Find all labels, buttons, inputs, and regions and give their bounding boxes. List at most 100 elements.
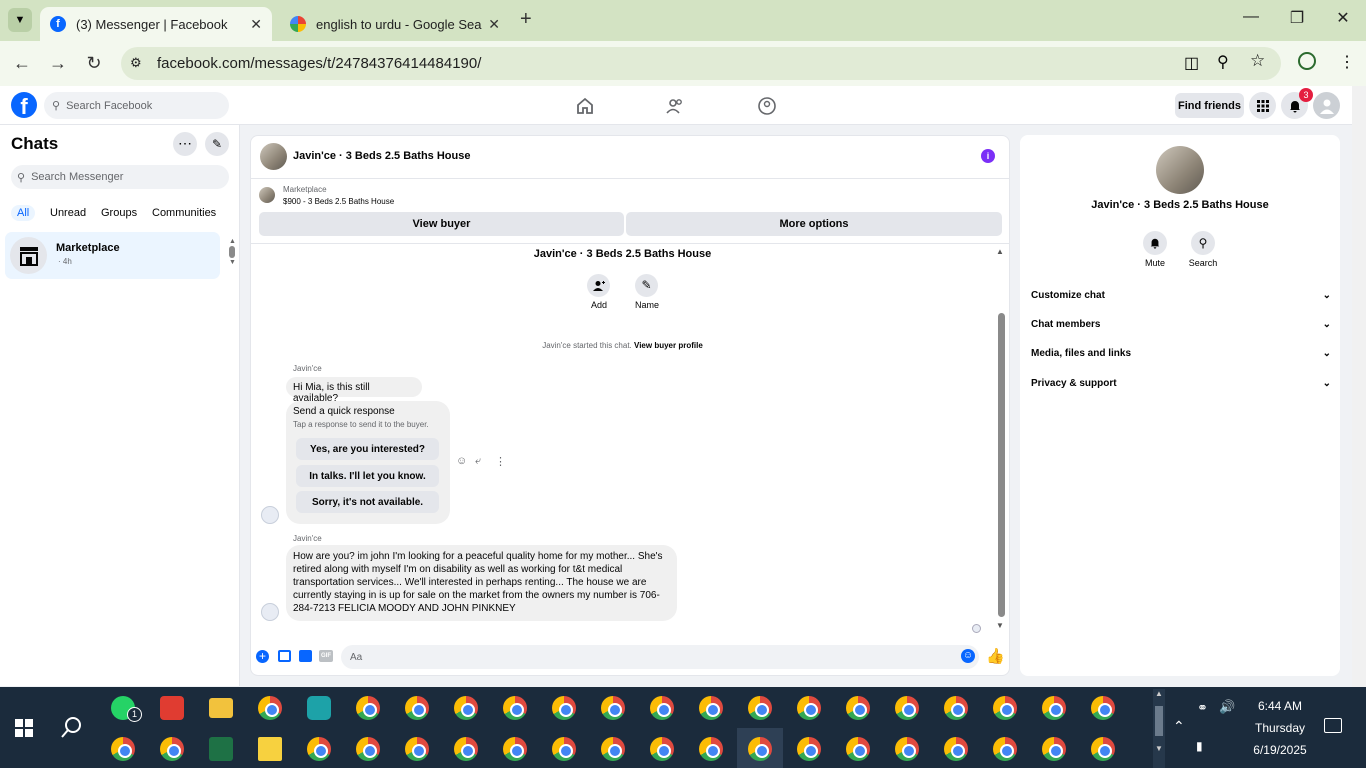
home-icon[interactable] — [575, 96, 595, 116]
scroll-up-arrow[interactable]: ▲ — [996, 247, 1004, 256]
chrome-profile-icon[interactable] — [944, 737, 968, 761]
close-tab-icon[interactable]: ✕ — [488, 16, 500, 33]
chrome-profile-icon[interactable] — [993, 737, 1017, 761]
restore-icon[interactable]: ❐ — [1282, 8, 1312, 28]
quick-reply-yes[interactable]: Yes, are you interested? — [296, 438, 439, 460]
reply-icon[interactable]: ⤶ — [475, 455, 481, 468]
chrome-profile-icon[interactable] — [160, 737, 184, 761]
chrome-profile-icon[interactable] — [258, 696, 282, 720]
chrome-profile-icon[interactable] — [601, 696, 625, 720]
chrome-profile-icon[interactable] — [1091, 737, 1115, 761]
quick-reply-in-talks[interactable]: In talks. I'll let you know. — [296, 465, 439, 487]
section-media-files-links[interactable]: Media, files and links ⌄ — [1031, 348, 1331, 359]
chrome-profile-icon[interactable] — [1042, 737, 1066, 761]
sender-avatar[interactable] — [261, 506, 279, 524]
messenger-search-input[interactable]: ⚲ Search Messenger — [11, 165, 229, 189]
chrome-profile-icon[interactable] — [895, 696, 919, 720]
view-buyer-button[interactable]: View buyer — [259, 212, 624, 236]
chrome-profile-icon[interactable] — [405, 696, 429, 720]
chrome-profile-icon[interactable] — [748, 737, 772, 761]
address-bar[interactable]: ⚙ facebook.com/messages/t/24784376414484… — [121, 47, 1281, 80]
chrome-profile-icon[interactable] — [895, 737, 919, 761]
page-scrollbar[interactable] — [1352, 86, 1366, 687]
app-icon[interactable] — [307, 696, 331, 720]
chrome-profile-icon[interactable] — [111, 737, 135, 761]
account-avatar[interactable] — [1313, 92, 1340, 119]
like-thumb-icon[interactable]: 👍 — [986, 647, 1005, 665]
anydesk-icon[interactable] — [160, 696, 184, 720]
listing-title[interactable]: $900 - 3 Beds 2.5 Baths House — [283, 197, 394, 206]
mute-bell-icon[interactable] — [1143, 231, 1167, 255]
friends-icon[interactable] — [665, 96, 685, 116]
forward-icon[interactable]: → — [46, 53, 70, 74]
facebook-logo[interactable]: f — [11, 92, 37, 118]
plus-actions-icon[interactable]: + — [256, 650, 269, 663]
clock-day[interactable]: Thursday — [1240, 721, 1320, 735]
filter-communities[interactable]: Communities — [152, 207, 216, 219]
zoom-icon[interactable]: ⚲ — [1217, 52, 1229, 72]
section-privacy-support[interactable]: Privacy & support ⌄ — [1031, 378, 1331, 389]
message-input[interactable]: Aa — [341, 645, 979, 669]
chat-list-item[interactable]: Marketplace · 4h — [5, 232, 220, 279]
notification-center-icon[interactable] — [1324, 718, 1342, 733]
volume-icon[interactable]: 🔊 — [1219, 699, 1235, 715]
edit-name-icon[interactable]: ✎ — [635, 274, 658, 297]
chrome-profile-icon[interactable] — [503, 696, 527, 720]
chrome-profile-icon[interactable] — [944, 696, 968, 720]
more-options-icon[interactable]: ⋯ — [173, 132, 197, 156]
show-hidden-icons-icon[interactable]: ⌃ — [1173, 718, 1185, 735]
profile-icon[interactable] — [1298, 52, 1316, 70]
file-explorer-icon[interactable] — [209, 698, 233, 718]
gif-icon[interactable]: GIF — [319, 650, 333, 662]
back-icon[interactable]: ← — [10, 53, 34, 74]
sticker-icon[interactable] — [299, 650, 312, 662]
chrome-profile-icon[interactable] — [503, 737, 527, 761]
chrome-profile-icon[interactable] — [356, 696, 380, 720]
chrome-profile-icon[interactable] — [699, 737, 723, 761]
conversation-scrollbar-thumb[interactable] — [998, 313, 1005, 617]
chrome-profile-icon[interactable] — [405, 737, 429, 761]
minimize-icon[interactable]: — — [1236, 8, 1266, 26]
chrome-profile-icon[interactable] — [601, 737, 625, 761]
groups-icon[interactable] — [757, 96, 777, 116]
chrome-profile-icon[interactable] — [846, 737, 870, 761]
chrome-profile-icon[interactable] — [454, 696, 478, 720]
menu-grid-icon[interactable] — [1249, 92, 1276, 119]
photo-icon[interactable] — [278, 650, 291, 662]
chrome-profile-icon[interactable] — [846, 696, 870, 720]
taskbar-search-icon[interactable] — [61, 716, 83, 738]
chrome-profile-icon[interactable] — [699, 696, 723, 720]
new-message-icon[interactable]: ✎ — [205, 132, 229, 156]
quick-reply-not-available[interactable]: Sorry, it's not available. — [296, 491, 439, 513]
filter-groups[interactable]: Groups — [101, 207, 137, 219]
chrome-profile-icon[interactable] — [650, 737, 674, 761]
close-window-icon[interactable]: ✕ — [1328, 8, 1358, 28]
sender-avatar[interactable] — [261, 603, 279, 621]
chrome-profile-icon[interactable] — [356, 737, 380, 761]
chat-list-scrollbar[interactable]: ▲ ▼ — [229, 238, 236, 272]
windows-start-icon[interactable] — [15, 719, 33, 737]
tab-search-dropdown[interactable]: ▼ — [8, 8, 32, 32]
view-buyer-profile-link[interactable]: View buyer profile — [634, 341, 703, 350]
taskbar-scroller[interactable]: ▲ ▼ — [1153, 689, 1165, 768]
scroll-down-arrow[interactable]: ▼ — [996, 621, 1004, 630]
bookmark-star-icon[interactable]: ☆ — [1250, 51, 1265, 71]
excel-icon[interactable] — [209, 737, 233, 761]
search-icon[interactable]: ⚲ — [1191, 231, 1215, 255]
react-emoji-icon[interactable]: ☺ — [456, 455, 467, 467]
message-bubble-long[interactable]: How are you? im john I'm looking for a p… — [286, 545, 677, 621]
chrome-profile-icon[interactable] — [1042, 696, 1066, 720]
chrome-profile-icon[interactable] — [797, 737, 821, 761]
chrome-profile-icon[interactable] — [552, 737, 576, 761]
chrome-profile-icon[interactable] — [307, 737, 331, 761]
emoji-icon[interactable]: ☺ — [961, 649, 975, 663]
find-friends-button[interactable]: Find friends — [1175, 93, 1244, 118]
conversation-title[interactable]: Javin'ce · 3 Beds 2.5 Baths House — [293, 150, 470, 162]
message-more-icon[interactable]: ⋮ — [495, 455, 506, 468]
tab-messenger[interactable]: f (3) Messenger | Facebook ✕ — [40, 7, 272, 41]
site-info-icon[interactable]: ⚙ — [130, 55, 142, 71]
new-tab-button[interactable]: + — [520, 8, 532, 31]
chrome-profile-icon[interactable] — [993, 696, 1017, 720]
chrome-profile-icon[interactable] — [748, 696, 772, 720]
reload-icon[interactable]: ↻ — [82, 53, 106, 74]
